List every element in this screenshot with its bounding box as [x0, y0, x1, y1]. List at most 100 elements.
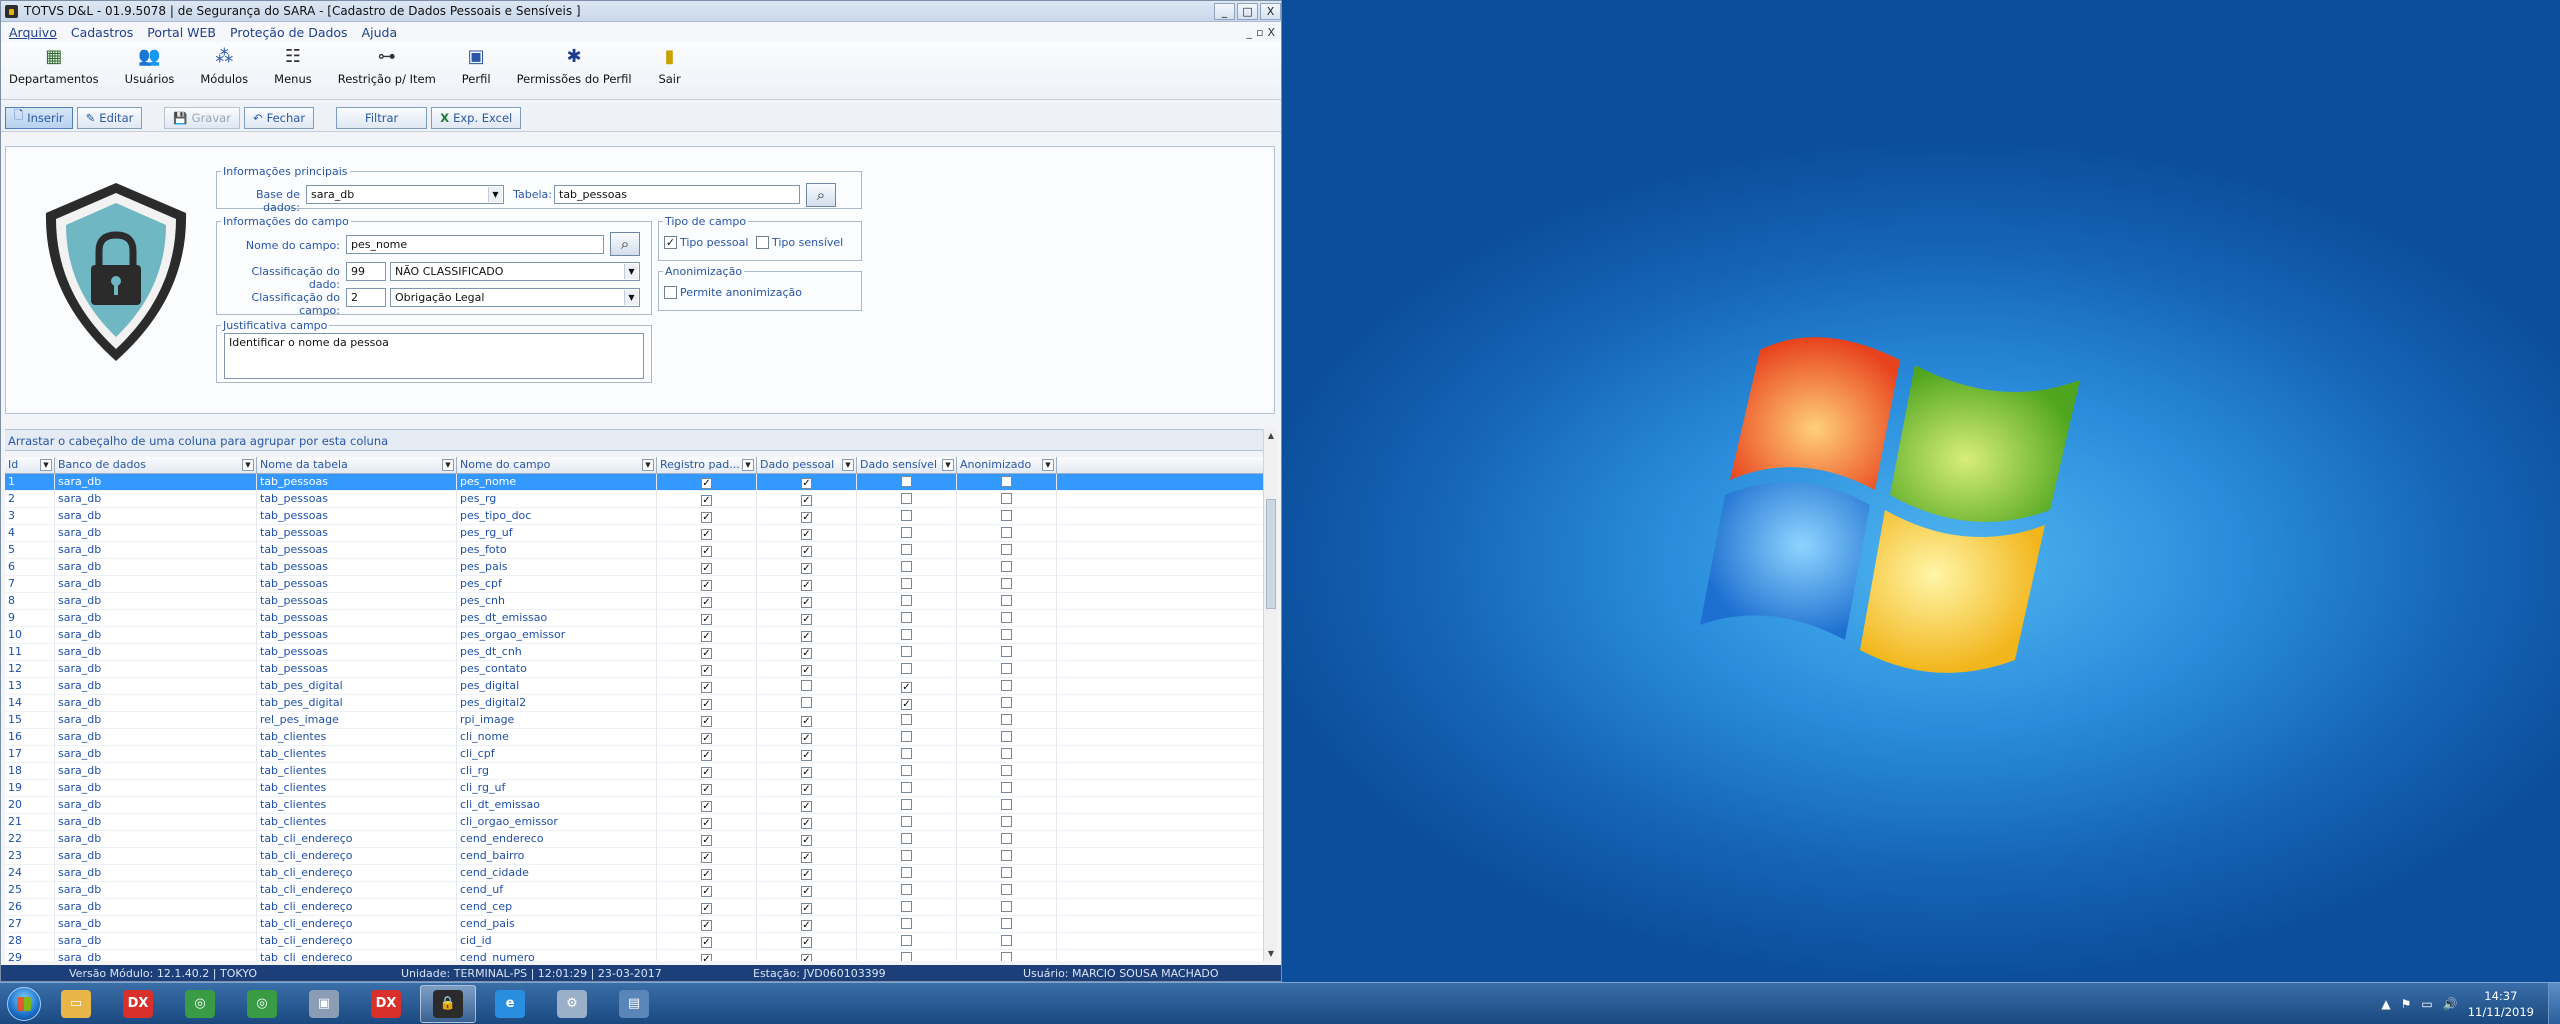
menu-portal-web[interactable]: Portal WEB	[147, 25, 216, 40]
table-row[interactable]: 11 sara_db tab_pessoas pes_dt_cnh ✓ ✓	[5, 644, 1267, 661]
editar-button[interactable]: ✎ Editar	[76, 106, 143, 129]
column-header[interactable]: Id ▼	[5, 457, 55, 474]
filter-dropdown-icon[interactable]: ▼	[642, 459, 654, 471]
start-button[interactable]	[0, 984, 48, 1024]
table-row[interactable]: 28 sara_db tab_cli_endereço cid_id ✓ ✓	[5, 933, 1267, 950]
minimize-button[interactable]: _	[1214, 2, 1235, 20]
taskbar-app-dx-2[interactable]: DX	[358, 985, 414, 1023]
column-header[interactable]: Nome do campo ▼	[457, 457, 657, 474]
scroll-up-icon[interactable]: ▲	[1264, 429, 1278, 443]
table-row[interactable]: 14 sara_db tab_pes_digital pes_digital2 ✓ ✓	[5, 695, 1267, 712]
table-row[interactable]: 17 sara_db tab_clientes cli_cpf ✓ ✓	[5, 746, 1267, 763]
exp-excel-button[interactable]: X Exp. Excel	[431, 106, 522, 129]
taskbar-app-explorer[interactable]: ▭	[48, 985, 104, 1023]
vertical-scrollbar[interactable]: ▲ ▼	[1263, 429, 1277, 961]
class-campo-select[interactable]: Obrigação Legal ▼	[390, 288, 640, 307]
table-row[interactable]: 13 sara_db tab_pes_digital pes_digital ✓ ✓	[5, 678, 1267, 695]
close-button[interactable]: X	[1260, 2, 1281, 20]
ribbon-usuarios-button[interactable]: 👥 Usuários	[125, 46, 175, 86]
menu-ajuda[interactable]: Ajuda	[362, 25, 398, 40]
fechar-button[interactable]: ↶ Fechar	[243, 106, 315, 129]
class-dado-code-input[interactable]: 99	[346, 262, 386, 281]
volume-icon[interactable]: 🔊	[2443, 997, 2458, 1011]
table-row[interactable]: 22 sara_db tab_cli_endereço cend_endereco ✓ ✓	[5, 831, 1267, 848]
table-row[interactable]: 20 sara_db tab_clientes cli_dt_emissao ✓ ✓	[5, 797, 1267, 814]
table-row[interactable]: 15 sara_db rel_pes_image rpi_image ✓ ✓	[5, 712, 1267, 729]
taskbar-app-chrome[interactable]: ◎	[172, 985, 228, 1023]
table-row[interactable]: 16 sara_db tab_clientes cli_nome ✓ ✓	[5, 729, 1267, 746]
filter-dropdown-icon[interactable]: ▼	[942, 459, 954, 471]
tabela-search-button[interactable]: ⌕	[806, 183, 836, 207]
ribbon-modulos-button[interactable]: ⁂ Módulos	[200, 46, 248, 86]
table-row[interactable]: 2 sara_db tab_pessoas pes_rg ✓ ✓	[5, 491, 1267, 508]
column-header[interactable]: Dado pessoal ▼	[757, 457, 857, 474]
column-header[interactable]: Dado sensível ▼	[857, 457, 957, 474]
table-row[interactable]: 7 sara_db tab_pessoas pes_cpf ✓ ✓	[5, 576, 1267, 593]
table-row[interactable]: 21 sara_db tab_clientes cli_orgao_emissor ✓ ✓	[5, 814, 1267, 831]
table-row[interactable]: 9 sara_db tab_pessoas pes_dt_emissao ✓ ✓	[5, 610, 1267, 627]
table-row[interactable]: 3 sara_db tab_pessoas pes_tipo_doc ✓ ✓	[5, 508, 1267, 525]
column-header[interactable]: Registro pad... ▼	[657, 457, 757, 474]
table-row[interactable]: 26 sara_db tab_cli_endereço cend_cep ✓ ✓	[5, 899, 1267, 916]
column-header[interactable]: Nome da tabela ▼	[257, 457, 457, 474]
table-row[interactable]: 25 sara_db tab_cli_endereço cend_uf ✓ ✓	[5, 882, 1267, 899]
table-row[interactable]: 18 sara_db tab_clientes cli_rg ✓ ✓	[5, 763, 1267, 780]
column-header[interactable]: Anonimizado ▼	[957, 457, 1057, 474]
table-row[interactable]: 1 sara_db tab_pessoas pes_nome ✓ ✓	[5, 474, 1267, 491]
child-restore-button[interactable]: ▫	[1256, 26, 1263, 39]
filter-dropdown-icon[interactable]: ▼	[242, 459, 254, 471]
group-by-hint[interactable]: Arrastar o cabeçalho de uma coluna para …	[5, 429, 1273, 451]
taskbar-app-tool[interactable]: ⚙	[544, 985, 600, 1023]
child-minimize-button[interactable]: _	[1246, 26, 1252, 39]
nome-campo-input[interactable]: pes_nome	[346, 235, 604, 254]
filtrar-button[interactable]: Filtrar	[336, 106, 428, 129]
taskbar-app-lock-app[interactable]: 🔒	[420, 984, 476, 1023]
tabela-input[interactable]: tab_pessoas	[554, 185, 800, 204]
menu-cadastros[interactable]: Cadastros	[71, 25, 133, 40]
base-dados-select[interactable]: sara_db ▼	[306, 185, 504, 204]
window-titlebar[interactable]: TOTVS D&L - 01.9.5078 | de Segurança do …	[1, 1, 1281, 22]
filter-dropdown-icon[interactable]: ▼	[742, 459, 754, 471]
menu-protecao-dados[interactable]: Proteção de Dados	[230, 25, 348, 40]
class-campo-code-input[interactable]: 2	[346, 288, 386, 307]
network-icon[interactable]: ▭	[2421, 997, 2432, 1011]
inserir-button[interactable]: 🗋 Inserir	[5, 106, 73, 129]
table-row[interactable]: 12 sara_db tab_pessoas pes_contato ✓ ✓	[5, 661, 1267, 678]
table-row[interactable]: 5 sara_db tab_pessoas pes_foto ✓ ✓	[5, 542, 1267, 559]
tipo-pessoal-checkbox[interactable]: ✓ Tipo pessoal	[664, 236, 748, 249]
gravar-button[interactable]: 💾 Gravar	[164, 106, 240, 129]
table-row[interactable]: 29 sara_db tab_cli_endereço cend_numero ✓ ✓	[5, 950, 1267, 961]
taskbar-app-chrome-2[interactable]: ◎	[234, 985, 290, 1023]
ribbon-departamentos-button[interactable]: ▦ Departamentos	[9, 46, 99, 86]
ribbon-permissoes-button[interactable]: ✱ Permissões do Perfil	[517, 46, 632, 86]
ribbon-menus-button[interactable]: ☷ Menus	[274, 46, 312, 86]
taskbar-app-internet-explorer[interactable]: e	[482, 985, 538, 1023]
justificativa-textarea[interactable]: Identificar o nome da pessoa	[224, 333, 644, 379]
filter-dropdown-icon[interactable]: ▼	[1042, 459, 1054, 471]
taskbar-app-remote-desktop[interactable]: ▤	[606, 985, 662, 1023]
tipo-sensivel-checkbox[interactable]: Tipo sensível	[756, 236, 843, 249]
table-row[interactable]: 10 sara_db tab_pessoas pes_orgao_emissor ✓ ✓	[5, 627, 1267, 644]
flag-icon[interactable]: ⚑	[2401, 997, 2412, 1011]
table-row[interactable]: 27 sara_db tab_cli_endereço cend_pais ✓ ✓	[5, 916, 1267, 933]
table-row[interactable]: 23 sara_db tab_cli_endereço cend_bairro ✓ ✓	[5, 848, 1267, 865]
table-row[interactable]: 19 sara_db tab_clientes cli_rg_uf ✓ ✓	[5, 780, 1267, 797]
scroll-down-icon[interactable]: ▼	[1264, 947, 1278, 961]
taskbar-app-app-window[interactable]: ▣	[296, 985, 352, 1023]
table-row[interactable]: 24 sara_db tab_cli_endereço cend_cidade ✓ ✓	[5, 865, 1267, 882]
menu-arquivo[interactable]: Arquivo	[9, 25, 57, 40]
permite-anonimizacao-checkbox[interactable]: Permite anonimização	[664, 286, 802, 299]
table-row[interactable]: 8 sara_db tab_pessoas pes_cnh ✓ ✓	[5, 593, 1267, 610]
clock[interactable]: 14:37 11/11/2019	[2468, 988, 2534, 1020]
filter-dropdown-icon[interactable]: ▼	[842, 459, 854, 471]
scroll-thumb[interactable]	[1266, 499, 1276, 609]
filter-dropdown-icon[interactable]: ▼	[442, 459, 454, 471]
column-header[interactable]: Banco de dados ▼	[55, 457, 257, 474]
maximize-button[interactable]: □	[1237, 2, 1258, 20]
table-row[interactable]: 4 sara_db tab_pessoas pes_rg_uf ✓ ✓	[5, 525, 1267, 542]
class-dado-select[interactable]: NÃO CLASSIFICADO ▼	[390, 262, 640, 281]
nome-campo-search-button[interactable]: ⌕	[610, 232, 640, 256]
ribbon-sair-button[interactable]: ▮ Sair	[658, 46, 682, 86]
taskbar-app-dx[interactable]: DX	[110, 985, 166, 1023]
child-close-button[interactable]: X	[1267, 26, 1275, 39]
